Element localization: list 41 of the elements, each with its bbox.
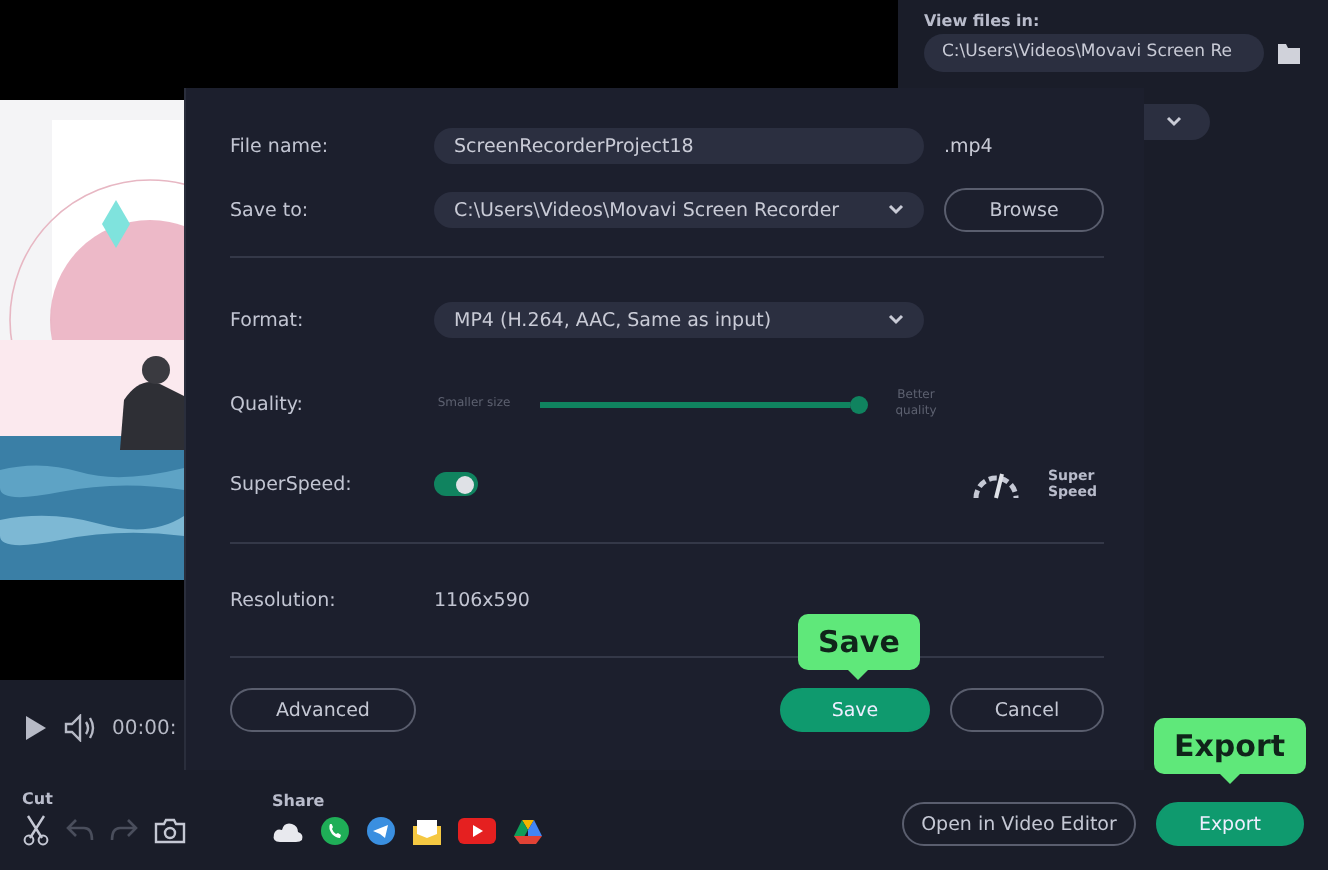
superspeed-toggle[interactable] bbox=[434, 472, 478, 496]
cut-label: Cut bbox=[22, 790, 55, 808]
envelope-icon[interactable] bbox=[412, 817, 442, 845]
browse-button[interactable]: Browse bbox=[944, 188, 1104, 232]
slider-thumb[interactable] bbox=[850, 395, 868, 413]
tooltip: Save bbox=[798, 614, 920, 670]
folder-icon[interactable] bbox=[1276, 41, 1304, 65]
save-folder-dropdown[interactable]: C:\Users\Videos\Movavi Screen Recorder bbox=[434, 192, 924, 228]
paper-plane-icon[interactable] bbox=[366, 816, 396, 846]
dropdown[interactable] bbox=[1138, 104, 1210, 140]
field-label: Quality: bbox=[230, 393, 305, 415]
video-play-icon[interactable] bbox=[458, 818, 496, 844]
scissors-icon[interactable] bbox=[22, 814, 50, 846]
view-files-label: View files in: bbox=[924, 12, 1042, 30]
share-label: Share bbox=[272, 792, 327, 810]
play-icon bbox=[24, 714, 48, 742]
field-label: Format: bbox=[230, 309, 306, 331]
tooltip: Export bbox=[1154, 718, 1306, 774]
volume-icon bbox=[64, 714, 96, 742]
chevron-down-icon bbox=[888, 314, 904, 326]
open-editor-button[interactable]: Open in Video Editor bbox=[902, 802, 1136, 846]
cloud-icon[interactable] bbox=[272, 819, 304, 843]
field-label: Save to: bbox=[230, 199, 311, 221]
advanced-button[interactable]: Advanced bbox=[230, 688, 416, 732]
tooltip-pointer bbox=[848, 670, 869, 680]
field-label: Resolution: bbox=[230, 589, 338, 611]
field-label: SuperSpeed: bbox=[230, 473, 354, 495]
camera-icon[interactable] bbox=[154, 817, 186, 843]
folder-path-field[interactable]: C:\Users\Videos\Movavi Screen Re bbox=[924, 34, 1264, 72]
chevron-down-icon bbox=[1166, 116, 1182, 128]
field-label: File name: bbox=[230, 135, 331, 157]
phone-icon[interactable] bbox=[320, 816, 350, 846]
cancel-button[interactable]: Cancel bbox=[950, 688, 1104, 732]
extension-label: .mp4 bbox=[944, 135, 993, 157]
time-display: 00:00: bbox=[112, 717, 177, 739]
triangle-icon[interactable] bbox=[512, 817, 544, 845]
format-dropdown[interactable]: MP4 (H.264, AAC, Same as input) bbox=[434, 302, 924, 338]
tooltip-pointer bbox=[1219, 774, 1240, 784]
resolution-value: 1106x590 bbox=[434, 589, 530, 611]
file-name-field[interactable]: ScreenRecorderProject18 bbox=[434, 128, 924, 164]
chevron-down-icon bbox=[888, 204, 904, 216]
